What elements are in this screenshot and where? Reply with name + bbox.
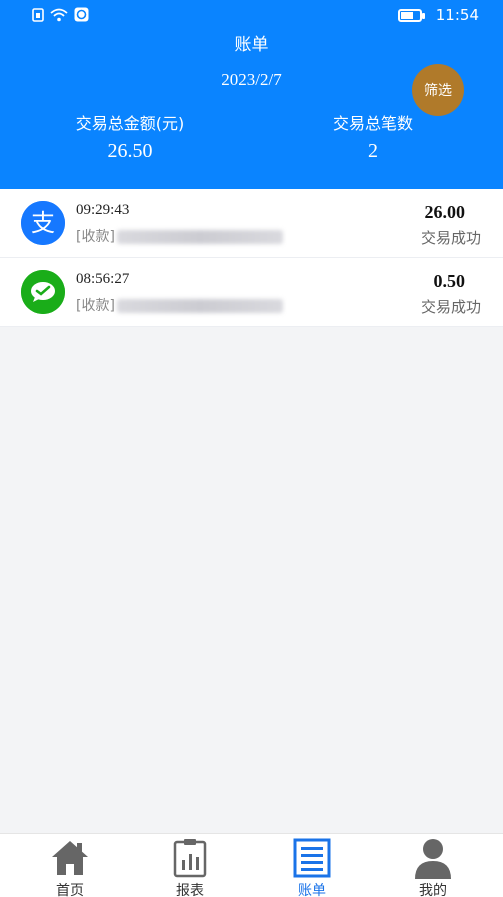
page-title: 账单 [234,35,269,55]
total-amount-value: 26.50 [107,140,153,162]
transaction-status: 交易成功 [420,229,481,247]
status-icons-right: 11:54 [397,6,479,24]
status-time: 11:54 [435,6,479,24]
status-icons-left [32,7,89,22]
blurred-merchant [116,230,283,244]
tab-report[interactable]: 报表 [145,836,235,897]
transaction-desc: [收款] [76,226,283,246]
tab-mine[interactable]: 我的 [388,836,478,897]
header: 11:54 账单 2023/2/7 筛选 交易总金额(元) 26.50 交易总笔… [0,0,503,189]
app-notification-icon [74,7,89,22]
filter-button[interactable]: 筛选 [412,64,464,116]
transaction-amount: 0.50 [433,271,466,291]
tab-label: 首页 [56,883,84,897]
tab-label: 我的 [419,883,447,897]
transaction-type: [收款] [76,229,115,245]
total-count-stat: 交易总笔数 2 [273,110,473,163]
transaction-row[interactable]: 支 09:29:43 [收款] 26.00 交易成功 [0,189,503,258]
alipay-icon: 支 [21,201,65,245]
report-icon [173,839,207,878]
transaction-desc: [收款] [76,295,283,315]
wechat-pay-icon [21,270,65,314]
home-icon [52,841,88,875]
total-amount-stat: 交易总金额(元) 26.50 [30,110,230,163]
status-bar: 11:54 [0,0,503,30]
total-amount-label: 交易总金额(元) [75,114,185,133]
sim-icon [32,7,44,22]
transaction-row[interactable]: 08:56:27 [收款] 0.50 交易成功 [0,258,503,327]
battery-icon [397,8,425,22]
tab-label: 账单 [298,883,326,897]
blurred-merchant [116,299,283,313]
transaction-time: 08:56:27 [76,271,130,287]
tab-home[interactable]: 首页 [25,836,115,897]
wifi-icon [50,8,68,21]
transaction-amount: 26.00 [424,202,466,222]
bill-icon [293,838,331,878]
transaction-type: [收款] [76,298,115,314]
svg-text:支: 支 [31,209,55,237]
transaction-list: 支 09:29:43 [收款] 26.00 交易成功 08:56:27 [收款]… [0,189,503,327]
transaction-status: 交易成功 [420,298,481,316]
bottom-tab-bar: 首页 报表 账单 我的 [0,833,503,897]
tab-bill[interactable]: 账单 [267,836,357,897]
transaction-time: 09:29:43 [76,202,130,218]
total-count-label: 交易总笔数 [332,114,413,133]
total-count-value: 2 [368,140,378,162]
user-icon [415,839,451,879]
tab-label: 报表 [176,883,204,897]
